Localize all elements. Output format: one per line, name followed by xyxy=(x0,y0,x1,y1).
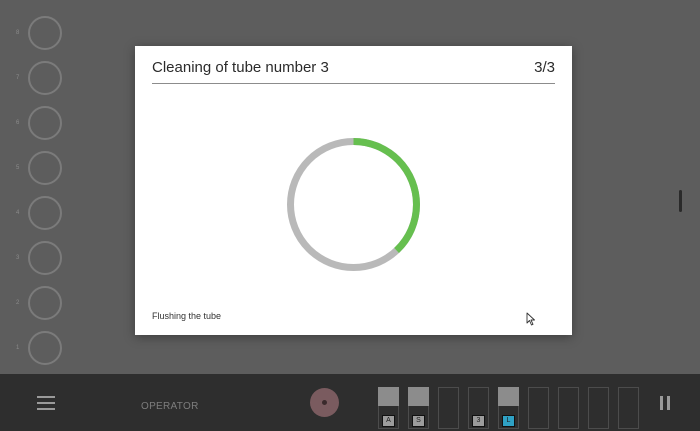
app-window: 8 7 6 5 4 3 2 1 Cleaning of tube number … xyxy=(0,0,700,431)
tube-slot-ring xyxy=(28,241,62,275)
tube-slot-number: 2 xyxy=(16,300,20,306)
cleaning-dialog: Cleaning of tube number 3 3/3 Flushing t… xyxy=(135,46,572,335)
tube-slot-number: 4 xyxy=(16,210,20,216)
tube-slot[interactable]: 2 xyxy=(10,284,70,324)
tube-slot[interactable]: 1 xyxy=(10,329,70,369)
tube-position-slot[interactable]: 3 xyxy=(468,387,489,429)
slot-tag: 3 xyxy=(472,415,485,427)
mouse-pointer-icon xyxy=(526,312,535,326)
record-button[interactable] xyxy=(310,388,339,417)
tube-slot[interactable]: 8 xyxy=(10,14,70,54)
record-icon xyxy=(322,400,327,405)
tube-position-slot[interactable] xyxy=(618,387,639,429)
tube-position-slot[interactable] xyxy=(588,387,609,429)
tube-position-slot[interactable]: S xyxy=(408,387,429,429)
tube-slot-ring xyxy=(28,286,62,320)
side-panel-handle[interactable] xyxy=(679,190,682,212)
pause-icon[interactable] xyxy=(659,396,671,410)
hamburger-menu-icon[interactable] xyxy=(37,396,55,410)
tube-slot-number: 7 xyxy=(16,75,20,81)
slot-tag: L xyxy=(502,415,515,427)
tube-slot-ring xyxy=(28,151,62,185)
tube-slot-ring xyxy=(28,196,62,230)
tube-slot[interactable]: 6 xyxy=(10,104,70,144)
dialog-title: Cleaning of tube number 3 xyxy=(152,59,329,76)
tube-slot-number: 3 xyxy=(16,255,20,261)
tube-slot-number: 5 xyxy=(16,165,20,171)
tube-slot[interactable]: 5 xyxy=(10,149,70,189)
progress-ring xyxy=(287,138,420,271)
slot-tag: S xyxy=(412,415,425,427)
operator-label[interactable]: OPERATOR xyxy=(141,401,199,412)
status-text: Flushing the tube xyxy=(152,311,222,321)
step-counter: 3/3 xyxy=(534,59,555,76)
tube-position-slot[interactable] xyxy=(528,387,549,429)
tube-slot-ring xyxy=(28,61,62,95)
tube-slot-ring xyxy=(28,16,62,50)
bottom-toolbar: OPERATOR A S 3 L xyxy=(0,374,700,431)
tube-slot[interactable]: 7 xyxy=(10,59,70,99)
tube-slot-number: 1 xyxy=(16,345,20,351)
tube-slot-number: 6 xyxy=(16,120,20,126)
tube-slot[interactable]: 3 xyxy=(10,239,70,279)
tube-slot-column: 8 7 6 5 4 3 2 1 xyxy=(10,14,70,374)
tube-slot-number: 8 xyxy=(16,30,20,36)
tube-slot-ring xyxy=(28,106,62,140)
tube-position-slot[interactable]: A xyxy=(378,387,399,429)
tube-position-slot[interactable] xyxy=(438,387,459,429)
tube-position-slot[interactable]: L xyxy=(498,387,519,429)
title-divider xyxy=(152,83,555,84)
tube-slot-ring xyxy=(28,331,62,365)
tube-position-slot[interactable] xyxy=(558,387,579,429)
tube-slot[interactable]: 4 xyxy=(10,194,70,234)
slot-tag: A xyxy=(382,415,395,427)
